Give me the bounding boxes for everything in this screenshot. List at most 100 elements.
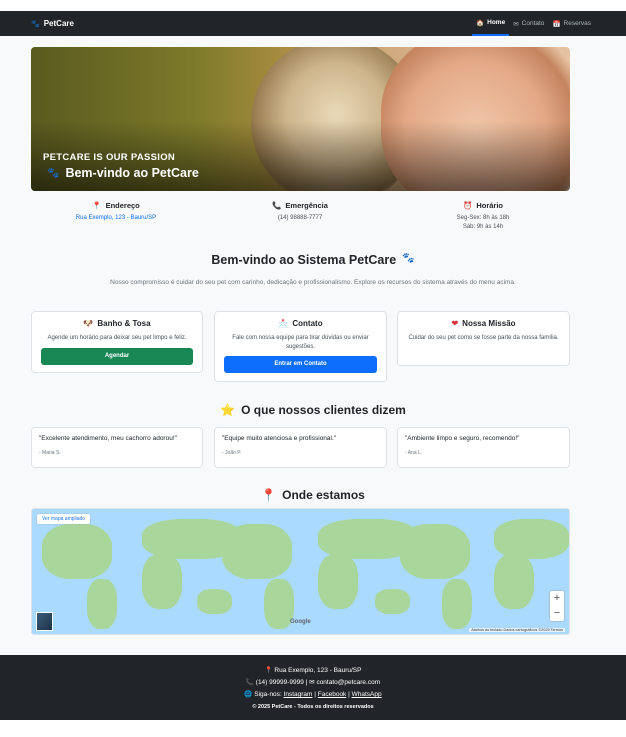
pin-icon: 📍	[92, 201, 102, 210]
nav-item-label: Reservas	[563, 20, 591, 27]
info-emergency: 📞 Emergência (14) 98888-7777	[210, 201, 390, 223]
testimonial-quote: "Ambiente limpo e seguro, recomendo!"	[405, 435, 520, 442]
nav-item-home[interactable]: 🏠 Home	[472, 11, 510, 36]
info-hours-title: Horário	[476, 201, 503, 210]
card-text: Cuidar do seu pet como se fosse parte da…	[408, 335, 559, 341]
pin-icon: 📍	[261, 488, 277, 502]
zoom-out-button[interactable]: −	[550, 606, 564, 621]
welcome-title: Bem-vindo ao Sistema PetCare 🐾	[0, 253, 626, 267]
info-hours-line1: Seg-Sex: 8h às 18h	[456, 215, 510, 221]
testimonial-author: - Ana L.	[405, 450, 423, 456]
map-title-text: Onde estamos	[282, 488, 365, 502]
envelope-icon: ✉	[309, 679, 315, 686]
footer: 📍 Rua Exemplo, 123 - Bauru/SP 📞 (14) 999…	[0, 655, 626, 720]
footer-copyright: © 2025 PetCare - Todos os direitos reser…	[252, 704, 374, 710]
testimonial-card: "Equipe muito atenciosa e profissional."…	[214, 427, 387, 468]
navbar: 🐾 PetCare 🏠 Home ✉ Contato 📅 Reservas	[0, 11, 626, 36]
testimonial-card: "Ambiente limpo e seguro, recomendo!" - …	[397, 427, 570, 468]
info-address: 📍 Endereço Rua Exemplo, 123 - Bauru/SP	[26, 201, 206, 223]
map-land	[142, 554, 182, 609]
satellite-toggle[interactable]	[36, 612, 53, 631]
map-land	[375, 589, 410, 614]
agendar-button[interactable]: Agendar	[41, 347, 193, 365]
bottom-strip	[0, 720, 626, 737]
brand[interactable]: 🐾 PetCare	[31, 19, 74, 28]
paw-icon: 🐾	[402, 253, 415, 264]
footer-email: contato@petcare.com	[316, 679, 381, 686]
map-land	[400, 524, 470, 579]
testimonial-card: "Excelente atendimento, meu cachorro ado…	[31, 427, 203, 468]
testimonials-title: ⭐ O que nossos clientes dizem	[0, 403, 626, 417]
card-title: Contato	[292, 319, 323, 328]
footer-social-line: 🌐 Siga-nos: Instagram | Facebook | Whats…	[244, 691, 382, 698]
nav-item-contato[interactable]: ✉ Contato	[509, 11, 548, 36]
facebook-link[interactable]: Facebook	[318, 691, 347, 698]
entrar-contato-button[interactable]: Entrar em Contato	[224, 356, 377, 373]
hero-tagline: PETCARE IS OUR PASSION	[43, 152, 176, 163]
testimonial-quote: "Excelente atendimento, meu cachorro ado…	[39, 435, 177, 442]
instagram-link[interactable]: Instagram	[284, 691, 313, 698]
testimonial-quote: "Equipe muito atenciosa e profissional."	[222, 435, 337, 442]
welcome-title-text: Bem-vindo ao Sistema PetCare	[211, 253, 397, 267]
card-missao: ❤ Nossa Missão Cuidar do seu pet como se …	[397, 311, 570, 366]
footer-follow: Siga-nos:	[254, 691, 282, 698]
map-land	[318, 554, 358, 609]
card-banho-tosa: 🐶 Banho & Tosa Agende um horário para dei…	[31, 311, 203, 373]
nav-menu: 🏠 Home ✉ Contato 📅 Reservas	[472, 11, 595, 36]
card-text: Fale com nossa equipe para tirar dúvidas…	[232, 335, 369, 350]
nav-item-label: Home	[487, 19, 506, 26]
map-land	[494, 554, 534, 609]
card-contato: 📩 Contato Fale com nossa equipe para tira…	[214, 311, 387, 382]
mailbox-icon: 📩	[278, 319, 289, 328]
map-land	[87, 579, 117, 629]
enlarge-map-link[interactable]: Ver mapa ampliado	[37, 514, 91, 524]
address-link[interactable]: Rua Exemplo, 123 - Bauru/SP	[76, 215, 156, 221]
clock-icon: ⏰	[462, 201, 473, 210]
hero-banner: PETCARE IS OUR PASSION 🐾 Bem-vindo ao Pe…	[31, 47, 570, 191]
map-title: 📍 Onde estamos	[0, 488, 626, 502]
globe-icon: 🌐	[244, 691, 253, 698]
info-hours-line2: Sáb: 9h às 14h	[462, 224, 504, 230]
footer-phone: (14) 99999-9999	[255, 679, 304, 686]
footer-address: Rua Exemplo, 123 - Bauru/SP	[274, 667, 362, 674]
testimonials-title-text: O que nossos clientes dizem	[241, 403, 406, 417]
map-land	[222, 524, 292, 579]
pin-icon: 📍	[264, 667, 273, 674]
map-land	[42, 524, 112, 579]
house-icon: 🏠	[476, 19, 485, 27]
info-address-title: Endereço	[105, 201, 140, 210]
heart-icon: ❤	[451, 319, 459, 328]
info-emergency-title: Emergência	[285, 201, 328, 210]
map-attribution: Atalhos do teclado Dados cartográficos ©…	[469, 628, 565, 632]
hero-title: 🐾 Bem-vindo ao PetCare	[47, 166, 199, 180]
card-title: Nossa Missão	[462, 319, 516, 328]
envelope-icon: ✉	[513, 20, 519, 28]
phone-icon: 📞	[272, 201, 282, 210]
nav-item-reservas[interactable]: 📅 Reservas	[548, 11, 595, 36]
footer-contact-line: 📞 (14) 99999-9999 | ✉ contato@petcare.co…	[245, 679, 381, 686]
google-logo: Google	[290, 619, 311, 625]
testimonial-author: - João P.	[222, 450, 242, 456]
card-title: Banho & Tosa	[97, 319, 151, 328]
hero-title-text: Bem-vindo ao PetCare	[65, 166, 199, 180]
testimonial-author: - Maria S.	[39, 450, 61, 456]
phone-icon: 📞	[245, 679, 254, 686]
map-land	[494, 519, 569, 559]
whatsapp-link[interactable]: WhatsApp	[352, 691, 382, 698]
brand-label: PetCare	[43, 19, 74, 28]
info-emergency-value: (14) 98888-7777	[277, 215, 323, 221]
calendar-icon: 📅	[552, 20, 561, 28]
map-embed[interactable]: Ver mapa ampliado + − Google Atalhos do …	[31, 508, 570, 635]
map-land	[442, 579, 472, 629]
card-text: Agende um horário para deixar seu pet li…	[47, 335, 187, 341]
paw-icon: 🐾	[47, 167, 60, 179]
star-icon: ⭐	[220, 403, 236, 417]
map-land	[197, 589, 232, 614]
top-strip	[0, 0, 626, 11]
zoom-controls: + −	[550, 591, 564, 621]
dog-icon: 🐶	[83, 319, 94, 328]
paw-icon: 🐾	[31, 20, 40, 28]
nav-item-label: Contato	[521, 20, 545, 27]
welcome-text: Nosso compromisso é cuidar do seu pet co…	[110, 279, 516, 286]
zoom-in-button[interactable]: +	[550, 591, 564, 606]
